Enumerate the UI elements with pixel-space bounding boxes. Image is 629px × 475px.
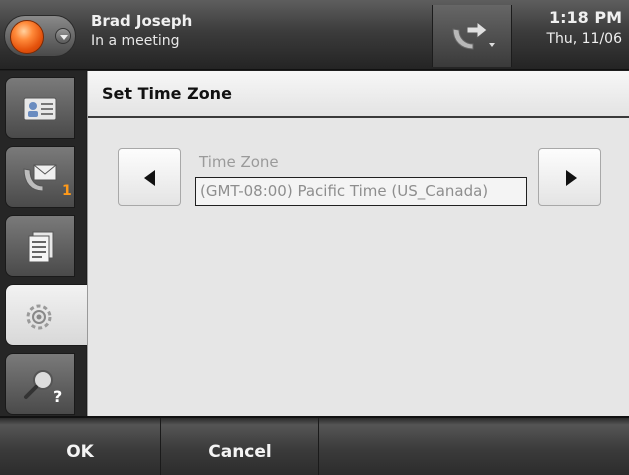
status-bar: Brad Joseph In a meeting 1:18 PM Thu, 11… bbox=[0, 0, 629, 70]
sidebar: 1 ? bbox=[0, 71, 87, 416]
sidebar-item-help[interactable]: ? bbox=[5, 353, 75, 415]
voicemail-count-badge: 1 bbox=[62, 183, 72, 199]
call-forward-icon bbox=[452, 20, 495, 50]
time-zone-label: Time Zone bbox=[199, 153, 279, 171]
empty-softkey bbox=[320, 418, 629, 475]
page-title: Set Time Zone bbox=[102, 84, 232, 103]
presence-button[interactable] bbox=[4, 15, 76, 57]
clock: 1:18 PM Thu, 11/06 bbox=[514, 8, 622, 47]
user-name: Brad Joseph bbox=[91, 12, 193, 30]
help-icon: ? bbox=[24, 370, 62, 406]
voicemail-icon bbox=[23, 164, 57, 192]
contacts-icon bbox=[23, 97, 57, 121]
call-forward-button[interactable] bbox=[432, 5, 512, 67]
sidebar-item-voicemail[interactable]: 1 bbox=[5, 146, 75, 208]
sidebar-item-call-log[interactable] bbox=[5, 215, 75, 277]
svg-text:?: ? bbox=[53, 387, 62, 406]
clock-time: 1:18 PM bbox=[548, 8, 622, 27]
sidebar-item-settings[interactable] bbox=[5, 284, 87, 346]
cancel-button[interactable]: Cancel bbox=[162, 418, 319, 475]
main-panel: Set Time Zone Time Zone (GMT-08:00) Paci… bbox=[87, 71, 629, 416]
previous-time-zone-button[interactable] bbox=[118, 148, 181, 206]
time-zone-field[interactable]: (GMT-08:00) Pacific Time (US_Canada) bbox=[195, 177, 527, 206]
presence-status-icon bbox=[10, 20, 44, 54]
presence-status-text: In a meeting bbox=[91, 33, 180, 49]
arrow-right-icon bbox=[566, 170, 577, 186]
sidebar-item-contacts[interactable] bbox=[5, 77, 75, 139]
arrow-left-icon bbox=[144, 170, 155, 186]
page-header: Set Time Zone bbox=[88, 71, 629, 118]
settings-icon bbox=[26, 304, 52, 330]
ok-button[interactable]: OK bbox=[0, 418, 161, 475]
softkey-bar: OK Cancel bbox=[0, 416, 629, 475]
clock-date: Thu, 11/06 bbox=[546, 31, 622, 47]
call-log-icon bbox=[28, 231, 54, 263]
chevron-down-icon bbox=[55, 28, 71, 44]
next-time-zone-button[interactable] bbox=[538, 148, 601, 206]
